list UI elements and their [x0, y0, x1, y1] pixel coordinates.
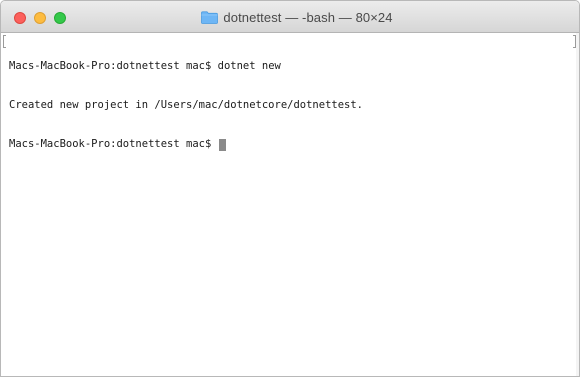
- output-text: Created new project in /Users/mac/dotnet…: [9, 99, 364, 111]
- terminal-line: Macs-MacBook-Pro:dotnettest mac$: [9, 138, 363, 151]
- terminal-line: Macs-MacBook-Pro:dotnettest mac$ dotnet …: [9, 60, 363, 73]
- folder-icon: [201, 10, 219, 24]
- terminal-content[interactable]: Macs-MacBook-Pro:dotnettest mac$ dotnet …: [1, 33, 579, 376]
- prompt: Macs-MacBook-Pro:dotnettest mac$: [9, 138, 212, 150]
- scrollbar-track[interactable]: [576, 33, 579, 376]
- prompt: Macs-MacBook-Pro:dotnettest mac$: [9, 60, 212, 72]
- title-bar[interactable]: dotnettest — -bash — 80×24: [1, 1, 579, 33]
- line-marker-left: [3, 35, 6, 48]
- text-cursor: [218, 138, 226, 151]
- command: dotnet new: [211, 60, 281, 72]
- command: [211, 138, 217, 151]
- terminal-output: Macs-MacBook-Pro:dotnettest mac$ dotnet …: [9, 34, 363, 177]
- terminal-line: Created new project in /Users/mac/dotnet…: [9, 99, 363, 112]
- window-title: dotnettest — -bash — 80×24: [223, 9, 393, 25]
- terminal-window: dotnettest — -bash — 80×24 Macs-MacBook-…: [0, 0, 580, 377]
- window-title-group: dotnettest — -bash — 80×24: [1, 1, 579, 33]
